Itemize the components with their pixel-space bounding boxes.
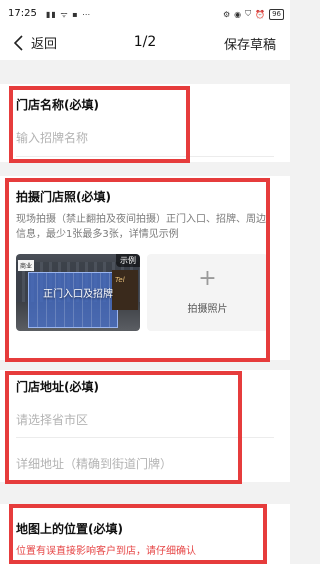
region-select-input[interactable] (16, 410, 246, 430)
battery-icon: 96 (269, 8, 284, 20)
store-name-card: 门店名称(必填) (0, 84, 290, 162)
map-location-label: 地图上的位置(必填) (16, 522, 123, 536)
store-photo-hint: 现场拍摄（禁止翻拍及夜间拍摄）正门入口、招牌、周边信息，最少1张最多3张，详情见… (16, 214, 266, 240)
location-icon: ◉ (234, 9, 242, 19)
sample-left-sign: 商业 (18, 260, 35, 271)
shield-icon: ⛉ (245, 9, 252, 18)
store-photo-label: 拍摄门店照(必填) (16, 190, 111, 204)
store-photo-card: 拍摄门店照(必填) 现场拍摄（禁止翻拍及夜间拍摄）正门入口、招牌、周边信息，最少… (0, 176, 290, 360)
gear-icon: ⚙ (222, 9, 231, 19)
map-location-card: 地图上的位置(必填) 位置有误直接影响客户到店，请仔细确认 (0, 504, 290, 564)
store-address-label: 门店地址(必填) (16, 380, 99, 394)
divider (16, 156, 274, 157)
take-photo-label: 拍摄照片 (187, 304, 228, 315)
sample-photo[interactable]: 商业 Tel 示例 正门入口及招牌 (16, 254, 140, 331)
take-photo-button[interactable]: + 拍摄照片 (147, 254, 268, 331)
map-location-note: 位置有误直接影响客户到店，请仔细确认 (16, 546, 196, 557)
sample-storefront (28, 272, 118, 328)
store-name-label: 门店名称(必填) (16, 98, 99, 112)
status-bar: 17:25 ▮▮ ᯤ ▪ ⋯ ⚙ ◉ ⛉ ⏰ 96 (0, 0, 290, 26)
store-name-input[interactable] (16, 128, 246, 148)
store-address-card: 门店地址(必填) (0, 370, 290, 482)
signal-wifi-icons: ▮▮ ᯤ ▪ ⋯ (46, 10, 92, 19)
nav-bar: 返回 1/2 保存草稿 (0, 26, 290, 60)
status-icons: ⚙ ◉ ⛉ ⏰ 96 (223, 8, 284, 20)
divider (16, 437, 274, 438)
alarm-icon: ⏰ (255, 9, 266, 19)
plus-icon: + (198, 266, 217, 291)
save-draft-button[interactable]: 保存草稿 (224, 34, 276, 53)
sample-badge: 示例 (116, 254, 140, 267)
sample-caption: 正门入口及招牌 (43, 289, 113, 300)
status-time: 17:25 (8, 8, 37, 19)
detail-address-input[interactable] (16, 454, 246, 474)
